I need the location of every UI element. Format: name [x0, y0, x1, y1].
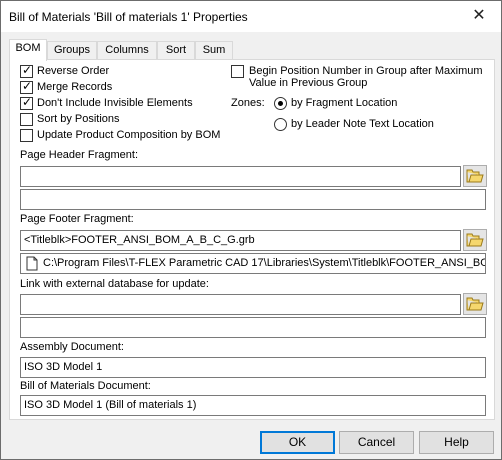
header-fragment-field[interactable]	[20, 166, 461, 187]
merge-records-label: Merge Records	[37, 81, 113, 93]
zones-leader-label: by Leader Note Text Location	[291, 118, 434, 130]
footer-fragment-field[interactable]: <Titleblk>FOOTER_ANSI_BOM_A_B_C_G.grb	[20, 230, 461, 251]
exclude-invisible-label: Don't Include Invisible Elements	[37, 97, 193, 109]
check-icon: ✓	[22, 95, 33, 109]
folder-open-icon	[466, 169, 484, 183]
tab-strip: BOM Groups Columns Sort Sum	[9, 39, 489, 61]
external-db-field[interactable]	[20, 294, 461, 315]
check-icon: ✓	[22, 79, 33, 93]
external-db-browse-button[interactable]	[463, 293, 487, 315]
sort-by-positions-label: Sort by Positions	[37, 113, 120, 125]
zones-leader-radio[interactable]	[274, 118, 287, 131]
footer-fragment-label: Page Footer Fragment:	[20, 213, 134, 225]
begin-position-label-line2: Value in Previous Group	[249, 77, 368, 89]
update-composition-label: Update Product Composition by BOM	[37, 129, 221, 141]
zones-fragment-radio[interactable]	[274, 97, 287, 110]
begin-position-checkbox[interactable]	[231, 65, 244, 78]
folder-open-icon	[466, 233, 484, 247]
reverse-order-label: Reverse Order	[37, 65, 110, 77]
zones-label: Zones:	[231, 97, 265, 109]
merge-records-checkbox[interactable]: ✓	[20, 79, 33, 94]
external-db-path	[20, 317, 486, 338]
ok-button[interactable]: OK	[260, 431, 335, 454]
footer-fragment-path: C:\Program Files\T-FLEX Parametric CAD 1…	[43, 257, 485, 269]
folder-open-icon	[466, 297, 484, 311]
close-icon[interactable]: ✕	[457, 1, 501, 32]
tab-columns[interactable]: Columns	[97, 41, 157, 60]
check-icon: ✓	[22, 63, 33, 77]
tab-groups[interactable]: Groups	[47, 41, 97, 60]
assembly-document-field[interactable]: ISO 3D Model 1	[20, 357, 486, 378]
sort-by-positions-checkbox[interactable]	[20, 113, 33, 126]
begin-position-label-line1: Begin Position Number in Group after Max…	[249, 65, 483, 77]
tab-sum[interactable]: Sum	[195, 41, 233, 60]
tab-sort[interactable]: Sort	[157, 41, 195, 60]
window-title: Bill of Materials 'Bill of materials 1' …	[9, 10, 248, 24]
tab-bom[interactable]: BOM	[9, 39, 47, 61]
bom-tab-panel: ✓ Reverse Order ✓ Merge Records ✓ Don't …	[9, 59, 495, 420]
exclude-invisible-checkbox[interactable]: ✓	[20, 95, 33, 110]
assembly-document-label: Assembly Document:	[20, 341, 124, 353]
title-bar: Bill of Materials 'Bill of materials 1' …	[1, 1, 501, 32]
reverse-order-checkbox[interactable]: ✓	[20, 63, 33, 78]
update-composition-checkbox[interactable]	[20, 129, 33, 142]
radio-dot-icon	[278, 101, 283, 106]
zones-fragment-label: by Fragment Location	[291, 97, 398, 109]
properties-dialog: Bill of Materials 'Bill of materials 1' …	[0, 0, 502, 460]
bom-document-field[interactable]: ISO 3D Model 1 (Bill of materials 1)	[20, 395, 486, 416]
header-browse-button[interactable]	[463, 165, 487, 187]
footer-browse-button[interactable]	[463, 229, 487, 251]
footer-fragment-path-field: C:\Program Files\T-FLEX Parametric CAD 1…	[20, 253, 486, 274]
bom-document-label: Bill of Materials Document:	[20, 380, 151, 392]
document-icon	[26, 256, 38, 271]
header-fragment-path	[20, 189, 486, 210]
external-db-label: Link with external database for update:	[20, 278, 209, 290]
cancel-button[interactable]: Cancel	[339, 431, 414, 454]
help-button[interactable]: Help	[419, 431, 494, 454]
header-fragment-label: Page Header Fragment:	[20, 149, 139, 161]
